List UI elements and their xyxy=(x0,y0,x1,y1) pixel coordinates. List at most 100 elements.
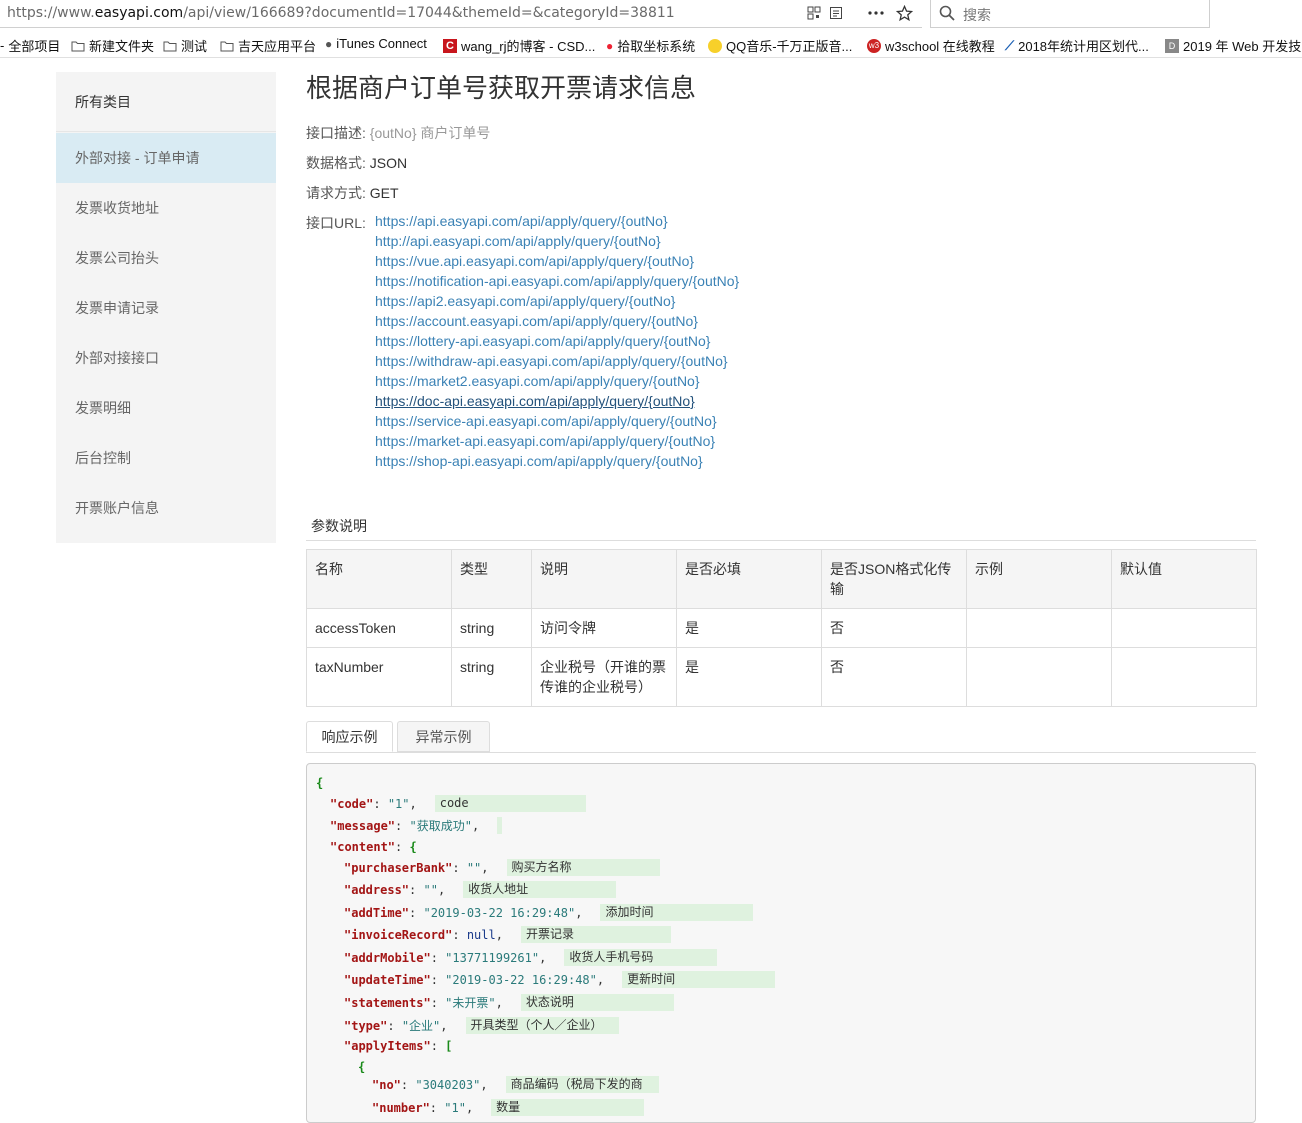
api-url-link[interactable]: https://lottery-api.easyapi.com/api/appl… xyxy=(375,331,739,351)
table-header-row: 名称 类型 说明 是否必填 是否JSON格式化传输 示例 默认值 xyxy=(306,549,1257,609)
api-url-label: 接口URL: xyxy=(306,215,366,231)
bookmark-item[interactable]: - 全部项目 xyxy=(0,36,60,55)
code-line: "applyItems": [ xyxy=(344,1037,452,1055)
code-line: "addrMobile": "13771199261", 收货人手机号码 xyxy=(344,949,718,967)
code-line: "no": "3040203", 商品编码（税局下发的商 xyxy=(372,1076,659,1094)
search-placeholder: 搜索 xyxy=(963,7,991,23)
json-colon: : xyxy=(452,928,467,942)
bookmark-item[interactable]: ⟋ 2018年统计用区划代... xyxy=(1005,36,1149,55)
api-url-link-hovered[interactable]: https://doc-api.easyapi.com/api/apply/qu… xyxy=(375,391,739,411)
code-line: "addTime": "2019-03-22 16:29:48", 添加时间 xyxy=(344,904,754,922)
qr-code-icon[interactable] xyxy=(805,4,823,22)
bookmark-star-icon[interactable] xyxy=(895,4,913,22)
json-key: "code" xyxy=(330,797,374,811)
column-header: 示例 xyxy=(966,549,1112,609)
table-cell: string xyxy=(451,647,532,707)
reader-view-icon[interactable] xyxy=(827,4,845,22)
field-comment: 开具类型（个人／企业） xyxy=(465,1017,619,1034)
code-line: { xyxy=(316,774,323,792)
code-line: "purchaserBank": "", 购买方名称 xyxy=(344,859,660,877)
search-box[interactable]: 搜索 xyxy=(930,0,1210,28)
table-cell: 否 xyxy=(821,608,967,648)
json-key: "message" xyxy=(330,819,396,833)
json-colon: : xyxy=(409,906,424,920)
json-colon: : xyxy=(430,951,446,965)
params-section-header: 参数说明 xyxy=(306,508,1256,541)
code-line: "address": "", 收货人地址 xyxy=(344,881,617,899)
bookmark-item[interactable]: w3 w3school 在线教程 xyxy=(867,36,995,55)
sidebar-header-all-categories[interactable]: 所有类目 xyxy=(56,72,276,132)
json-colon: : xyxy=(400,1078,416,1092)
api-url-link[interactable]: https://market2.easyapi.com/api/apply/qu… xyxy=(375,371,739,391)
bookmark-item[interactable]: D 2019 年 Web 开发技 xyxy=(1165,36,1301,55)
json-colon: : xyxy=(430,996,446,1010)
api-url-link[interactable]: https://api2.easyapi.com/api/apply/query… xyxy=(375,291,739,311)
sidebar-item-external-api[interactable]: 外部对接接口 xyxy=(56,333,276,383)
column-header: 是否必填 xyxy=(676,549,822,609)
table-row: taxNumber string 企业税号（开谁的票传谁的企业税号） 是 否 xyxy=(306,647,1257,707)
json-key: "addrMobile" xyxy=(344,951,431,965)
folder-icon xyxy=(71,41,85,51)
json-value: "" xyxy=(466,861,482,875)
api-url-link[interactable]: http://api.easyapi.com/api/apply/query/{… xyxy=(375,231,739,251)
field-comment: 商品编码（税局下发的商 xyxy=(505,1076,659,1093)
table-cell xyxy=(966,647,1112,707)
api-url-link[interactable]: https://account.easyapi.com/api/apply/qu… xyxy=(375,311,739,331)
w3school-icon: w3 xyxy=(867,38,881,53)
api-url-link[interactable]: https://shop-api.easyapi.com/api/apply/q… xyxy=(375,451,739,471)
bookmarks-toolbar: - 全部项目 新建文件夹 测试 吉天应用平台 ● iTunes Connect Cw… xyxy=(0,31,1302,58)
json-colon: : xyxy=(387,1019,402,1033)
api-url-link[interactable]: https://notification-api.easyapi.com/api… xyxy=(375,271,739,291)
sidebar-item-external-order[interactable]: 外部对接 - 订单申请 xyxy=(56,133,276,183)
search-icon xyxy=(939,5,955,26)
json-value: "获取成功" xyxy=(409,819,472,833)
bookmark-item[interactable]: Cwang_rj的博客 - CSD... xyxy=(443,36,595,55)
json-value: "2019-03-22 16:29:48" xyxy=(423,906,576,920)
bookmark-item[interactable]: 新建文件夹 xyxy=(71,36,154,55)
sidebar-item-invoice-address[interactable]: 发票收货地址 xyxy=(56,183,276,233)
api-url-link[interactable]: https://market-api.easyapi.com/api/apply… xyxy=(375,431,739,451)
bookmark-item[interactable]: 吉天应用平台 xyxy=(220,36,316,55)
code-line: "number": "1", 数量 xyxy=(372,1099,645,1117)
json-value: "" xyxy=(423,883,438,897)
api-url-link[interactable]: https://api.easyapi.com/api/apply/query/… xyxy=(375,211,739,231)
bookmark-item[interactable]: QQ音乐-千万正版音... xyxy=(708,36,852,55)
api-url-link[interactable]: https://withdraw-api.easyapi.com/api/app… xyxy=(375,351,739,371)
bookmark-item[interactable]: ● iTunes Connect xyxy=(325,36,427,51)
json-key: "type" xyxy=(344,1019,388,1033)
json-key: "purchaserBank" xyxy=(344,861,453,875)
json-value: "2019-03-22 16:29:48" xyxy=(445,973,597,987)
bookmark-item[interactable]: ● 拾取坐标系统 xyxy=(606,36,695,55)
sidebar-item-invoice-account[interactable]: 开票账户信息 xyxy=(56,483,276,533)
address-bar[interactable]: https://www.easyapi.com/api/view/166689?… xyxy=(0,0,922,28)
json-bracket: { xyxy=(316,776,324,790)
table-cell: 否 xyxy=(821,647,967,707)
json-comma: , xyxy=(471,819,480,833)
tab-response-example[interactable]: 响应示例 xyxy=(306,721,393,752)
json-colon: : xyxy=(452,861,467,875)
bookmark-item[interactable]: 测试 xyxy=(163,36,207,55)
json-key: "address" xyxy=(344,883,410,897)
json-value: "13771199261" xyxy=(445,951,540,965)
sidebar-item-invoice-company[interactable]: 发票公司抬头 xyxy=(56,233,276,283)
json-key: "no" xyxy=(372,1078,401,1092)
tab-error-example[interactable]: 异常示例 xyxy=(397,721,490,752)
code-line: "type": "企业", 开具类型（个人／企业） xyxy=(344,1017,619,1035)
json-colon: : xyxy=(395,819,410,833)
api-url-link[interactable]: https://vue.api.easyapi.com/api/apply/qu… xyxy=(375,251,739,271)
api-url-link[interactable]: https://service-api.easyapi.com/api/appl… xyxy=(375,411,739,431)
json-key: "applyItems" xyxy=(344,1039,431,1053)
field-comment: 开票记录 xyxy=(520,926,671,943)
code-line: "content": { xyxy=(330,838,417,856)
sidebar-item-admin-control[interactable]: 后台控制 xyxy=(56,433,276,483)
json-colon: : xyxy=(409,883,424,897)
json-value: "未开票" xyxy=(445,996,496,1010)
sidebar-item-invoice-records[interactable]: 发票申请记录 xyxy=(56,283,276,333)
more-actions-icon[interactable] xyxy=(867,4,885,22)
sidebar-item-invoice-details[interactable]: 发票明细 xyxy=(56,383,276,433)
table-row: accessToken string 访问令牌 是 否 xyxy=(306,608,1257,648)
table-cell: 是 xyxy=(676,647,822,707)
url-text[interactable]: https://www.easyapi.com/api/view/166689?… xyxy=(7,5,675,21)
column-header: 默认值 xyxy=(1111,549,1257,609)
example-tabs: 响应示例 异常示例 xyxy=(306,721,1256,753)
